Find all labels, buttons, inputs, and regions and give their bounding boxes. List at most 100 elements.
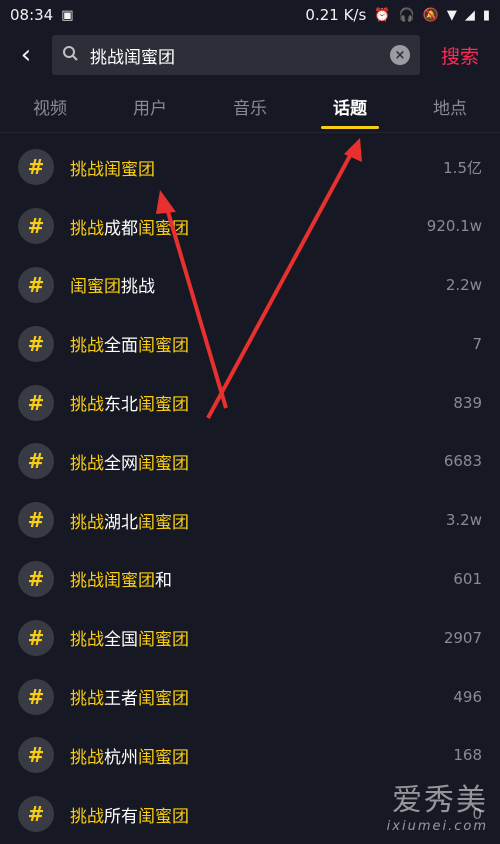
hashtag-icon: # — [18, 208, 54, 245]
topic-view-count: 1.5亿 — [443, 158, 482, 177]
topic-name: 挑战全国闺蜜团 — [70, 625, 444, 650]
topic-name: 挑战东北闺蜜团 — [70, 390, 453, 415]
topic-name-text: 挑战 — [121, 277, 155, 298]
watermark-logo-text: 爱秀美 — [392, 783, 488, 818]
topic-name-highlight: 闺蜜团 — [138, 512, 189, 533]
topic-name-text: 王者 — [104, 689, 138, 710]
topic-name: 挑战闺蜜团和 — [70, 566, 453, 591]
topic-row[interactable]: # 挑战闺蜜团和 601 — [0, 550, 500, 609]
topic-name-text: 全国 — [104, 630, 138, 651]
topic-name-highlight: 闺蜜团 — [138, 336, 189, 357]
hashtag-icon: # — [18, 266, 54, 303]
topic-name-text: 东北 — [104, 395, 138, 416]
topic-name: 挑战杭州闺蜜团 — [70, 743, 453, 768]
topic-name-highlight: 挑战 — [70, 806, 104, 827]
topic-view-count: 2.2w — [445, 275, 482, 294]
topic-view-count: 3.2w — [445, 511, 482, 530]
topic-name-highlight: 挑战 — [70, 630, 104, 651]
topic-row[interactable]: # 挑战王者闺蜜团 496 — [0, 667, 500, 726]
topic-row[interactable]: # 挑战东北闺蜜团 839 — [0, 373, 500, 432]
topic-name-highlight: 挑战 — [70, 512, 104, 533]
topic-name-highlight: 闺蜜团 — [138, 453, 189, 474]
topic-name-highlight: 挑战闺蜜团 — [70, 571, 155, 592]
search-input[interactable] — [84, 44, 390, 66]
topic-name-text: 所有 — [104, 806, 138, 827]
topic-name: 挑战王者闺蜜团 — [70, 684, 453, 709]
topic-name-highlight: 挑战 — [70, 395, 104, 416]
network-speed: 0.21 K/s — [305, 6, 367, 24]
topic-view-count: 496 — [453, 687, 482, 706]
topic-name-highlight: 闺蜜团 — [138, 218, 189, 239]
clear-icon[interactable]: × — [390, 45, 410, 65]
topic-name-text: 全面 — [104, 336, 138, 357]
topic-name: 挑战全网闺蜜团 — [70, 449, 444, 474]
tab-topics[interactable]: 话题 — [300, 80, 400, 132]
topic-name-text: 成都 — [104, 218, 138, 239]
mute-icon: 🔕 — [422, 7, 439, 23]
hashtag-icon: # — [18, 384, 54, 421]
topic-name-highlight: 闺蜜团 — [138, 395, 189, 416]
topic-row[interactable]: # 闺蜜团挑战 2.2w — [0, 256, 500, 315]
hashtag-icon: # — [18, 796, 54, 833]
topic-name-highlight: 挑战 — [70, 218, 104, 239]
hashtag-icon: # — [18, 737, 54, 774]
topic-view-count: 920.1w — [426, 217, 482, 236]
hashtag-icon: # — [18, 443, 54, 480]
topic-name: 闺蜜团挑战 — [70, 272, 446, 297]
status-bar: 08:34 ▣ 0.21 K/s ⏰ 🎧 🔕 ▼ ◢ ▮ — [0, 0, 500, 30]
hashtag-icon: # — [18, 560, 54, 597]
topic-view-count: 601 — [453, 569, 482, 588]
topic-row[interactable]: # 挑战全网闺蜜团 6683 — [0, 432, 500, 491]
topic-name-text: 全网 — [104, 453, 138, 474]
tab-users[interactable]: 用户 — [100, 80, 200, 132]
topic-name-highlight: 挑战闺蜜团 — [70, 159, 155, 180]
back-button[interactable]: ‹ — [0, 30, 52, 80]
hashtag-icon: # — [18, 325, 54, 362]
topic-name: 挑战湖北闺蜜团 — [70, 508, 446, 533]
topic-row[interactable]: # 挑战全国闺蜜团 2907 — [0, 608, 500, 667]
topic-name-text: 湖北 — [104, 512, 138, 533]
watermark-url: ixiumei.com — [386, 819, 488, 834]
topic-view-count: 2907 — [443, 628, 482, 647]
watermark: 爱秀美 ixiumei.com — [387, 775, 488, 834]
tab-music[interactable]: 音乐 — [200, 80, 300, 132]
status-time: 08:34 — [10, 6, 54, 24]
chevron-left-icon: ‹ — [20, 40, 32, 70]
tab-videos[interactable]: 视频 — [0, 80, 100, 132]
hashtag-icon: # — [18, 678, 54, 715]
hashtag-icon: # — [18, 502, 54, 539]
signal-icon: ◢ — [464, 7, 475, 23]
tab-places[interactable]: 地点 — [400, 80, 500, 132]
category-tabs: 视频 用户 音乐 话题 地点 — [0, 80, 500, 133]
topic-list: # 挑战闺蜜团 1.5亿 # 挑战成都闺蜜团 920.1w # 闺蜜团挑战 2.2w # 挑战全面闺… — [0, 138, 500, 844]
topic-name-highlight: 闺蜜团 — [138, 630, 189, 651]
search-icon — [62, 45, 84, 65]
topic-row[interactable]: # 挑战成都闺蜜团 920.1w — [0, 197, 500, 256]
search-header: ‹ × 搜索 — [0, 30, 500, 80]
search-button[interactable]: 搜索 — [420, 42, 500, 69]
topic-name-highlight: 闺蜜团 — [138, 689, 189, 710]
topic-view-count: 6683 — [443, 452, 482, 471]
topic-name-highlight: 闺蜜团 — [138, 806, 189, 827]
topic-name-highlight: 闺蜜团 — [138, 747, 189, 768]
wifi-icon: ▼ — [446, 7, 457, 23]
topic-name-highlight: 挑战 — [70, 336, 104, 357]
topic-name-highlight: 挑战 — [70, 747, 104, 768]
battery-icon: ▮ — [482, 7, 490, 23]
topic-name-highlight: 挑战 — [70, 689, 104, 710]
topic-name: 挑战闺蜜团 — [70, 155, 443, 180]
image-icon: ▣ — [61, 7, 74, 23]
hashtag-icon: # — [18, 149, 54, 186]
headset-icon: 🎧 — [398, 7, 415, 23]
hashtag-icon: # — [18, 619, 54, 656]
search-box[interactable]: × — [52, 35, 420, 75]
topic-row[interactable]: # 挑战闺蜜团 1.5亿 — [0, 138, 500, 197]
topic-name-highlight: 闺蜜团 — [70, 277, 121, 298]
alarm-icon: ⏰ — [374, 7, 391, 23]
topic-view-count: 7 — [472, 334, 482, 353]
topic-row[interactable]: # 挑战湖北闺蜜团 3.2w — [0, 491, 500, 550]
topic-view-count: 839 — [453, 393, 482, 412]
topic-name-highlight: 挑战 — [70, 453, 104, 474]
topic-name: 挑战全面闺蜜团 — [70, 331, 472, 356]
topic-row[interactable]: # 挑战全面闺蜜团 7 — [0, 314, 500, 373]
